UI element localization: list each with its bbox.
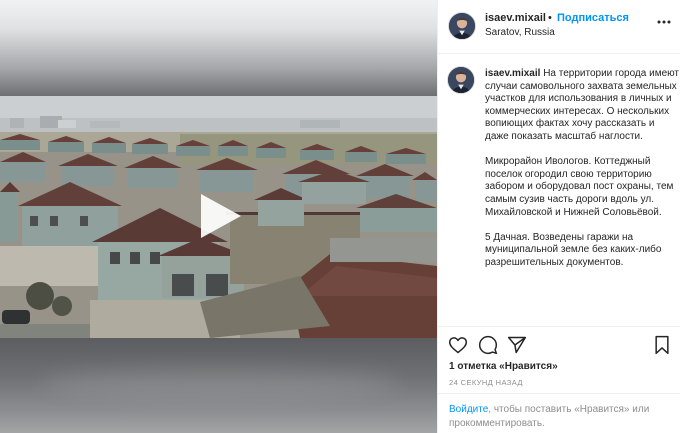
separator-dot: • xyxy=(548,12,552,24)
caption-avatar[interactable] xyxy=(447,66,475,94)
share-icon[interactable] xyxy=(507,335,527,355)
media-blur-bottom xyxy=(0,338,437,433)
heart-icon[interactable] xyxy=(448,335,468,355)
login-link[interactable]: Войдите xyxy=(449,404,488,415)
more-horizontal-icon[interactable] xyxy=(656,14,672,30)
caption-text: isaev.mixail На территории города имеют … xyxy=(485,68,680,282)
avatar[interactable] xyxy=(448,12,476,40)
username-link[interactable]: isaev.mixail xyxy=(485,12,546,24)
post-media[interactable] xyxy=(0,0,437,433)
caption-paragraph-text: На территории города имеют случаи самово… xyxy=(485,68,679,142)
caption-paragraph: 5 Дачная. Возведены гаражи на муниципаль… xyxy=(485,231,662,268)
bookmark-icon[interactable] xyxy=(652,335,672,355)
media-blur-top xyxy=(0,0,437,96)
post-sidebar: isaev.mixail • Подписаться Saratov, Russ… xyxy=(437,0,680,433)
comment-icon[interactable] xyxy=(478,335,498,355)
follow-button[interactable]: Подписаться xyxy=(557,12,629,24)
caption-paragraph: Микрорайон Ивологов. Коттеджный поселок … xyxy=(485,156,674,218)
action-bar xyxy=(438,326,680,362)
post-header: isaev.mixail • Подписаться Saratov, Russ… xyxy=(438,0,680,54)
location-link[interactable]: Saratov, Russia xyxy=(485,27,555,38)
likes-count[interactable]: 1 отметка «Нравится» xyxy=(449,361,558,372)
caption-username[interactable]: isaev.mixail xyxy=(485,68,540,79)
caption-paragraph: isaev.mixail На территории города имеют … xyxy=(485,68,680,144)
login-prompt-text: Войдите, чтобы поставить «Нравится» или … xyxy=(449,403,674,431)
login-prompt: Войдите, чтобы поставить «Нравится» или … xyxy=(438,393,680,433)
play-icon[interactable] xyxy=(195,192,243,240)
post-timestamp[interactable]: 24 СЕКУНД НАЗАД xyxy=(449,378,523,387)
